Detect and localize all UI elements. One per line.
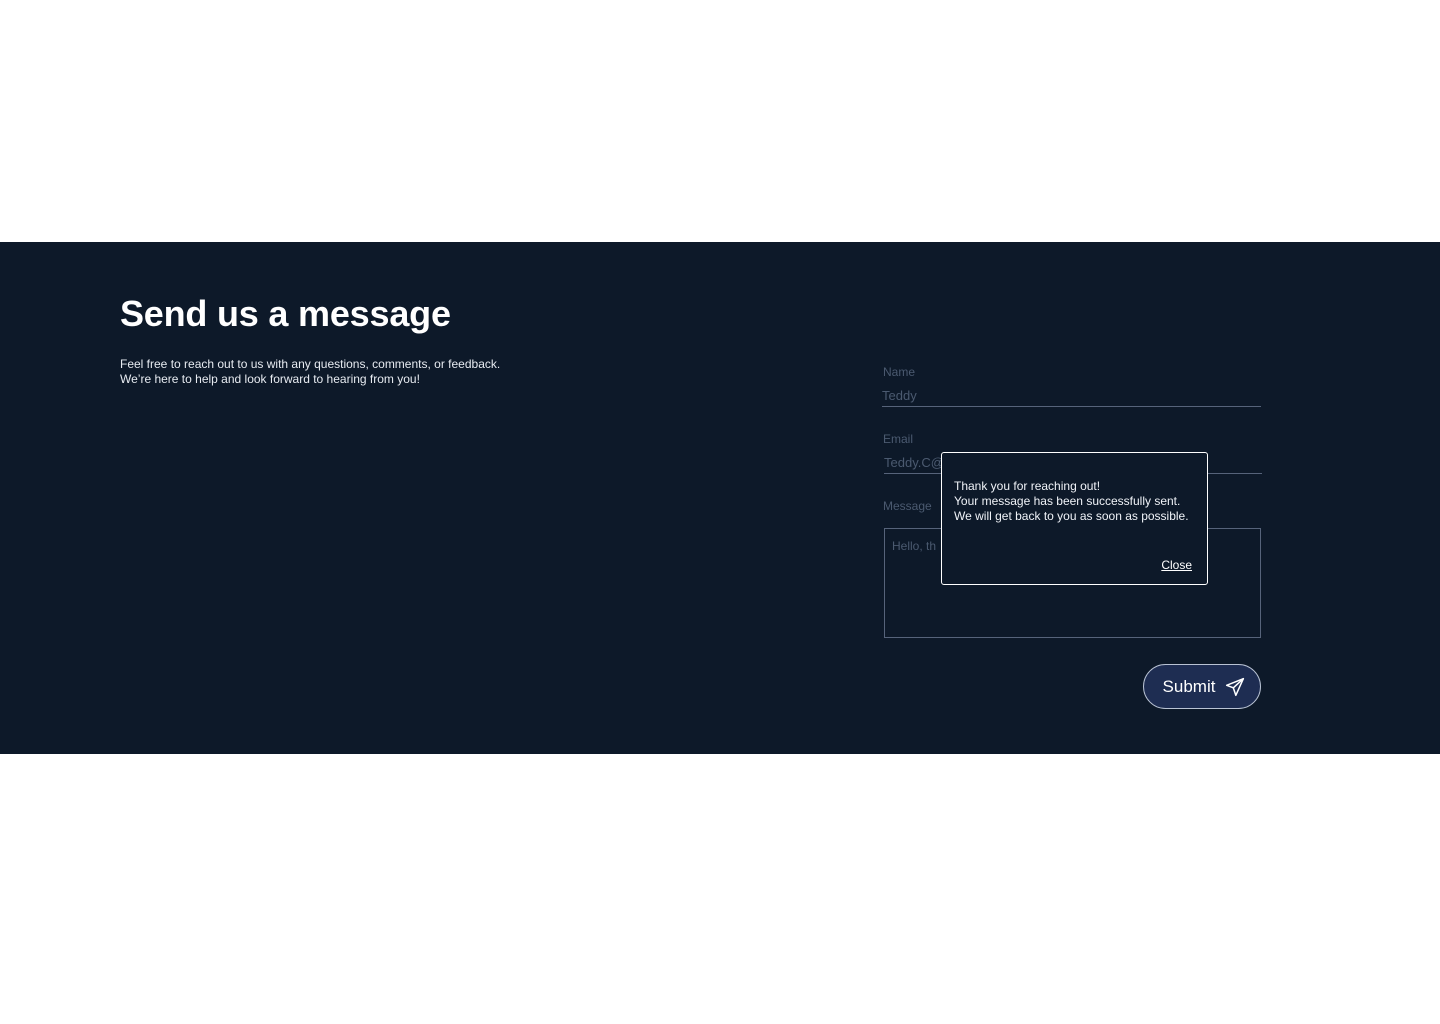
toast-line-2: Your message has been successfully sent. xyxy=(954,494,1181,508)
intro-line-2: We’re here to help and look forward to h… xyxy=(120,372,420,386)
name-label: Name xyxy=(883,365,916,379)
submit-label: Submit xyxy=(1162,676,1216,696)
page-title: Send us a message xyxy=(120,293,451,334)
email-label: Email xyxy=(883,432,914,446)
submit-button[interactable]: Submit xyxy=(1143,664,1261,709)
page: Send us a message Feel free to reach out… xyxy=(0,0,1440,1024)
send-icon xyxy=(1225,677,1245,697)
toast-line-3: We will get back to you as soon as possi… xyxy=(954,509,1189,523)
intro-text: Feel free to reach out to us with any qu… xyxy=(120,357,500,387)
intro-line-1: Feel free to reach out to us with any qu… xyxy=(120,357,501,371)
toast-close-link[interactable]: Close xyxy=(1161,558,1192,573)
message-label: Message xyxy=(883,499,932,513)
toast-line-1: Thank you for reaching out! xyxy=(954,479,1101,493)
success-toast: Thank you for reaching out! Your message… xyxy=(941,452,1208,585)
name-input[interactable] xyxy=(882,384,1261,407)
